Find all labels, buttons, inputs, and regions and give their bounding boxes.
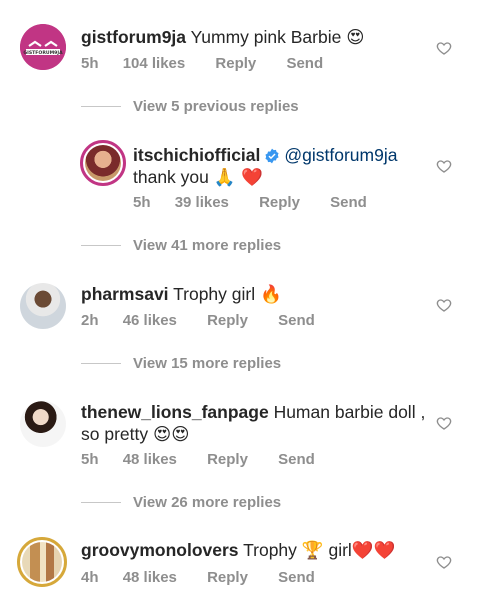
comment-username[interactable]: groovymonolovers	[81, 540, 239, 560]
divider	[81, 502, 121, 503]
comment-emoji: 😍😍	[153, 425, 190, 445]
heart-icon[interactable]	[436, 297, 452, 313]
divider	[81, 363, 121, 364]
reply-button[interactable]: Reply	[215, 55, 256, 72]
comment-time: 5h	[81, 55, 99, 72]
comment-time: 5h	[133, 194, 151, 211]
avatar[interactable]: GISTFORUM9JA	[20, 24, 66, 70]
view-replies-link[interactable]: View 5 previous replies	[133, 98, 299, 115]
send-button[interactable]: Send	[278, 451, 315, 468]
comment-time: 4h	[81, 569, 99, 586]
avatar[interactable]	[17, 537, 67, 587]
comment-emoji: 🔥	[259, 285, 282, 305]
reply-button[interactable]: Reply	[259, 194, 300, 211]
comment-time: 2h	[81, 312, 99, 329]
gistforum9ja-logo-icon: GISTFORUM9JA	[20, 24, 66, 70]
verified-badge-icon	[265, 148, 279, 164]
reply-button[interactable]: Reply	[207, 569, 248, 586]
comment-text: pharmsavi Trophy girl 🔥	[81, 283, 282, 306]
comment-text-line2: so pretty 😍😍	[81, 423, 190, 446]
comment-mention[interactable]: @gistforum9ja	[284, 145, 397, 165]
avatar[interactable]	[20, 283, 66, 329]
heart-icon[interactable]	[436, 158, 452, 174]
comment-text: groovymonolovers Trophy 🏆 girl❤️❤️	[81, 539, 395, 562]
comment-meta: 2h 46 likes Reply Send	[81, 312, 341, 329]
comment-body: Trophy girl	[173, 284, 256, 304]
avatar-image	[22, 542, 62, 582]
divider	[81, 245, 121, 246]
heart-icon[interactable]	[436, 40, 452, 56]
comment-emoji: 😍	[346, 28, 365, 48]
svg-text:GISTFORUM9JA: GISTFORUM9JA	[23, 50, 63, 56]
likes-count[interactable]: 48 likes	[123, 451, 177, 468]
comment-emoji: ❤️❤️	[351, 541, 396, 561]
comment-meta: 5h 39 likes Reply Send	[133, 194, 393, 211]
comment-time: 5h	[81, 451, 99, 468]
comment-username[interactable]: itschichiofficial	[133, 145, 260, 165]
avatar[interactable]	[20, 401, 66, 447]
likes-count[interactable]: 46 likes	[123, 312, 177, 329]
view-replies-link[interactable]: View 26 more replies	[133, 494, 281, 511]
comment-body-continued: so pretty	[81, 424, 149, 444]
heart-icon[interactable]	[436, 415, 452, 431]
comment-username[interactable]: thenew_lions_fanpage	[81, 402, 269, 422]
send-button[interactable]: Send	[278, 569, 315, 586]
comment-text-line2: thank you 🙏 ❤️	[133, 166, 263, 189]
likes-count[interactable]: 39 likes	[175, 194, 229, 211]
comment-text: gistforum9ja Yummy pink Barbie 😍	[81, 26, 364, 49]
avatar[interactable]	[80, 140, 126, 186]
send-button[interactable]: Send	[330, 194, 367, 211]
comment-username[interactable]: pharmsavi	[81, 284, 169, 304]
comment-meta: 4h 48 likes Reply Send	[81, 569, 341, 586]
comment-body: thank you	[133, 167, 209, 187]
comment-body: Human barbie doll ,	[273, 402, 426, 422]
avatar-image	[85, 145, 121, 181]
divider	[81, 106, 121, 107]
likes-count[interactable]: 48 likes	[123, 569, 177, 586]
view-replies-link[interactable]: View 41 more replies	[133, 237, 281, 254]
trophy-icon: 🏆	[301, 541, 324, 561]
comment-text: itschichiofficial @gistforum9ja	[133, 144, 397, 166]
comment-text: thenew_lions_fanpage Human barbie doll ,	[81, 401, 425, 423]
likes-count[interactable]: 104 likes	[123, 55, 186, 72]
send-button[interactable]: Send	[278, 312, 315, 329]
reply-button[interactable]: Reply	[207, 312, 248, 329]
comment-body: Trophy	[243, 540, 297, 560]
comment-username[interactable]: gistforum9ja	[81, 27, 186, 47]
comment-emoji: 🙏 ❤️	[213, 168, 263, 188]
reply-button[interactable]: Reply	[207, 451, 248, 468]
comment-body-continued: girl	[328, 540, 352, 560]
heart-icon[interactable]	[436, 554, 452, 570]
view-replies-link[interactable]: View 15 more replies	[133, 355, 281, 372]
comment-meta: 5h 48 likes Reply Send	[81, 451, 341, 468]
comment-meta: 5h 104 likes Reply Send	[81, 55, 349, 72]
send-button[interactable]: Send	[286, 55, 323, 72]
comment-body: Yummy pink Barbie	[190, 27, 342, 47]
